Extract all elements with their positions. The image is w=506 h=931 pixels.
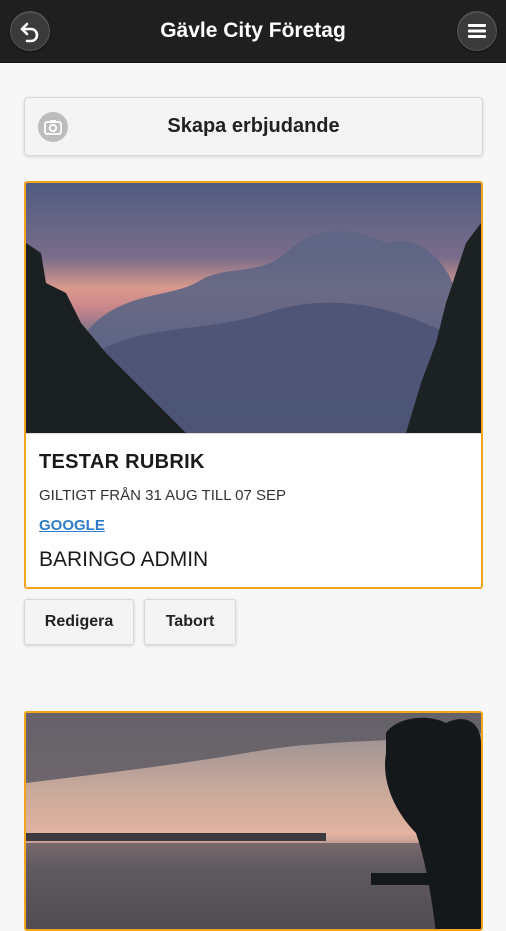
page-title: Gävle City Företag <box>160 19 346 42</box>
create-offer-label: Skapa erbjudande <box>167 115 340 137</box>
lake-sunset-photo <box>26 713 481 929</box>
menu-button[interactable] <box>457 11 497 51</box>
hamburger-menu-icon <box>468 24 486 38</box>
app-header: Gävle City Företag <box>0 0 506 63</box>
create-offer-button[interactable]: Skapa erbjudande <box>24 97 483 156</box>
offer-author: BARINGO ADMIN <box>39 548 209 571</box>
delete-button[interactable]: Tabort <box>144 599 236 645</box>
offer-details: TESTAR RUBRIK GILTIGT FRÅN 31 AUG TILL 0… <box>26 433 481 587</box>
offer-card[interactable]: TESTAR RUBRIK GILTIGT FRÅN 31 AUG TILL 0… <box>24 181 483 589</box>
sunset-clouds-photo <box>26 183 481 433</box>
offer-title: TESTAR RUBRIK <box>39 451 205 473</box>
offer-card[interactable] <box>24 711 483 931</box>
offer-link[interactable]: GOOGLE <box>39 517 105 534</box>
edit-button[interactable]: Redigera <box>24 599 134 645</box>
offer-validity: GILTIGT FRÅN 31 AUG TILL 07 SEP <box>39 487 287 504</box>
